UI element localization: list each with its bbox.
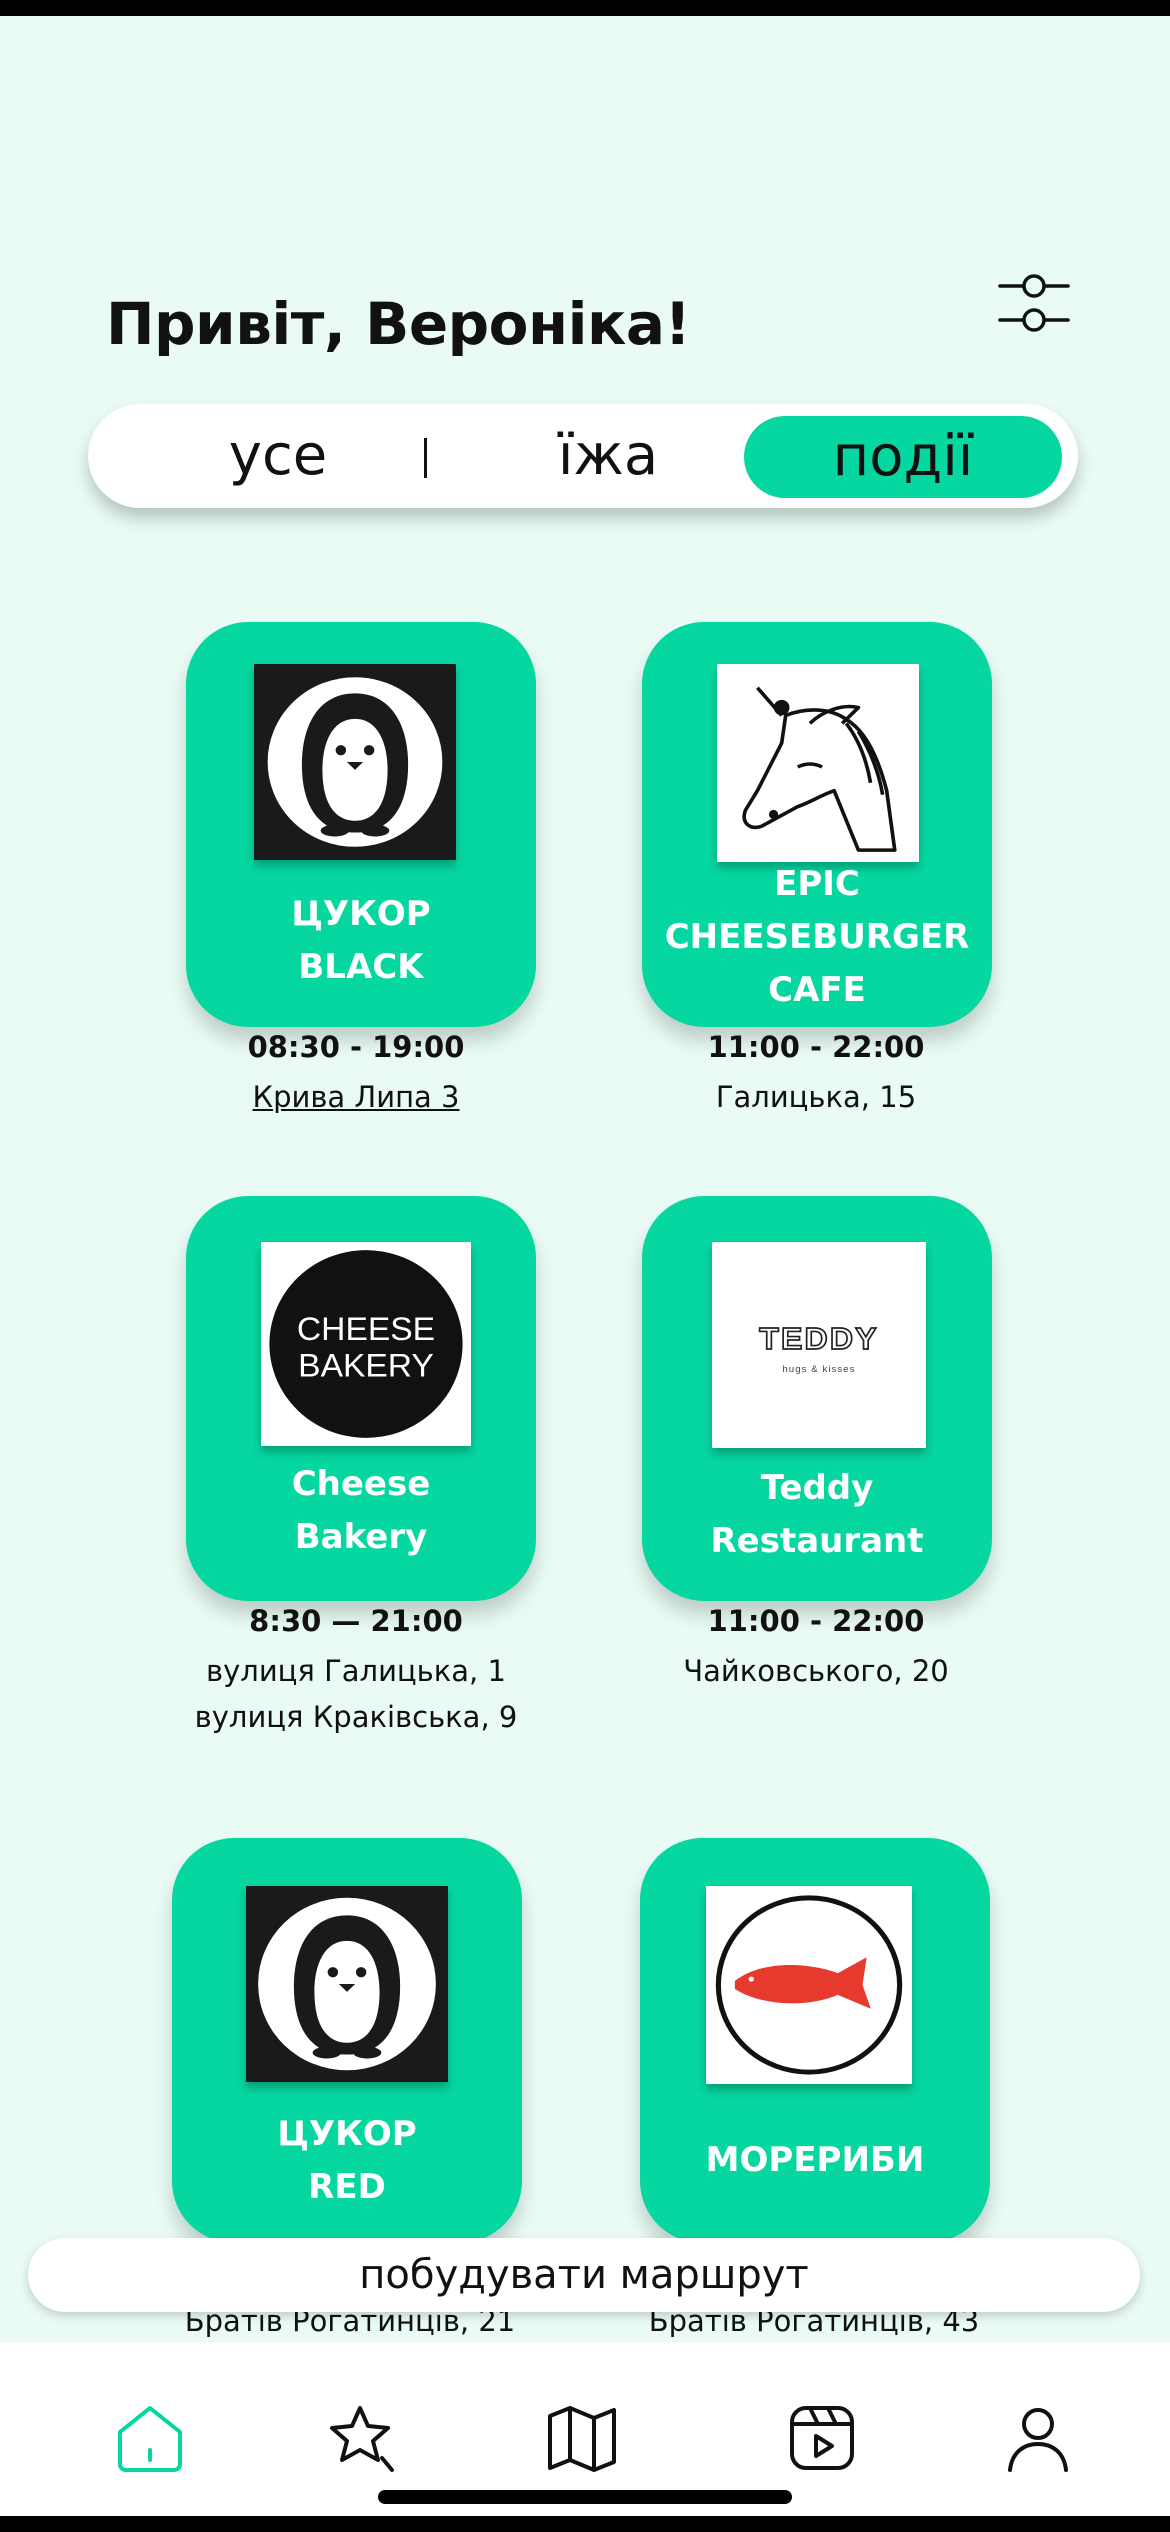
star-icon: [330, 2406, 394, 2472]
place-name: EPIC CHEESEBURGER CAFE: [664, 864, 970, 1010]
place-address: Галицька, 15: [715, 1080, 917, 1114]
svg-text:BAKERY: BAKERY: [298, 1348, 434, 1384]
place-name: Cheese Bakery: [291, 1464, 431, 1557]
svg-text:TEDDY: TEDDY: [759, 1321, 878, 1356]
place-hours: 8:30 — 21:00: [249, 1604, 463, 1638]
filter-button[interactable]: [996, 268, 1072, 338]
tab-map[interactable]: [544, 2400, 620, 2476]
map-icon: [548, 2406, 616, 2472]
place-address[interactable]: Крива Липа 3: [146, 1080, 566, 1114]
category-segmented-control: усе їжа події: [88, 404, 1078, 508]
place-address: вулиця Краківська, 9: [194, 1700, 518, 1734]
unicorn-logo: [717, 664, 919, 862]
segment-events[interactable]: події: [744, 416, 1062, 498]
build-route-button[interactable]: побудувати маршрут: [28, 2238, 1140, 2312]
place-card-moreryby[interactable]: МОРЕРИБИ: [640, 1838, 990, 2243]
place-card-cukor-red[interactable]: ЦУКОР RED: [172, 1838, 522, 2243]
tab-home[interactable]: [112, 2400, 188, 2476]
svg-text:hugs & kisses: hugs & kisses: [782, 1364, 855, 1375]
video-icon: [790, 2406, 854, 2470]
fish-logo: [706, 1886, 912, 2084]
home-icon: [118, 2406, 182, 2472]
place-name: ЦУКОР BLACK: [291, 894, 431, 987]
home-indicator: [378, 2490, 792, 2504]
segment-divider: [424, 438, 427, 478]
place-card-teddy[interactable]: TEDDY hugs & kisses Teddy Restaurant: [642, 1196, 992, 1601]
penguin-logo: [254, 664, 456, 860]
place-name: ЦУКОР RED: [277, 2114, 417, 2207]
place-hours: 11:00 - 22:00: [707, 1604, 925, 1638]
page-title: Привіт, Вероніка!: [106, 290, 691, 358]
profile-icon: [1008, 2408, 1068, 2472]
cheese-bakery-logo: CHEESE BAKERY: [261, 1242, 471, 1446]
place-address: Чайковського, 20: [683, 1654, 949, 1688]
place-name: МОРЕРИБИ: [705, 2140, 925, 2180]
segment-food[interactable]: їжа: [458, 404, 758, 508]
place-hours: 08:30 - 19:00: [247, 1030, 465, 1064]
place-card-epic-cheeseburger[interactable]: EPIC CHEESEBURGER CAFE: [642, 622, 992, 1027]
place-card-cheese-bakery[interactable]: CHEESE BAKERY Cheese Bakery: [186, 1196, 536, 1601]
sliders-icon: [998, 274, 1070, 332]
segment-all[interactable]: усе: [128, 404, 428, 508]
status-bar: [0, 0, 1170, 16]
place-name: Teddy Restaurant: [710, 1468, 924, 1561]
tab-videos[interactable]: [784, 2400, 860, 2476]
place-card-cukor-black[interactable]: ЦУКОР BLACK: [186, 622, 536, 1027]
tab-favorites[interactable]: [324, 2400, 400, 2476]
penguin-logo: [246, 1886, 448, 2082]
place-address: вулиця Галицька, 1: [206, 1654, 506, 1688]
screen-bottom-edge: [0, 2516, 1170, 2532]
place-hours: 11:00 - 22:00: [707, 1030, 925, 1064]
teddy-logo: TEDDY hugs & kisses: [712, 1242, 926, 1448]
tab-profile[interactable]: [1000, 2400, 1076, 2476]
svg-text:CHEESE: CHEESE: [297, 1311, 435, 1347]
